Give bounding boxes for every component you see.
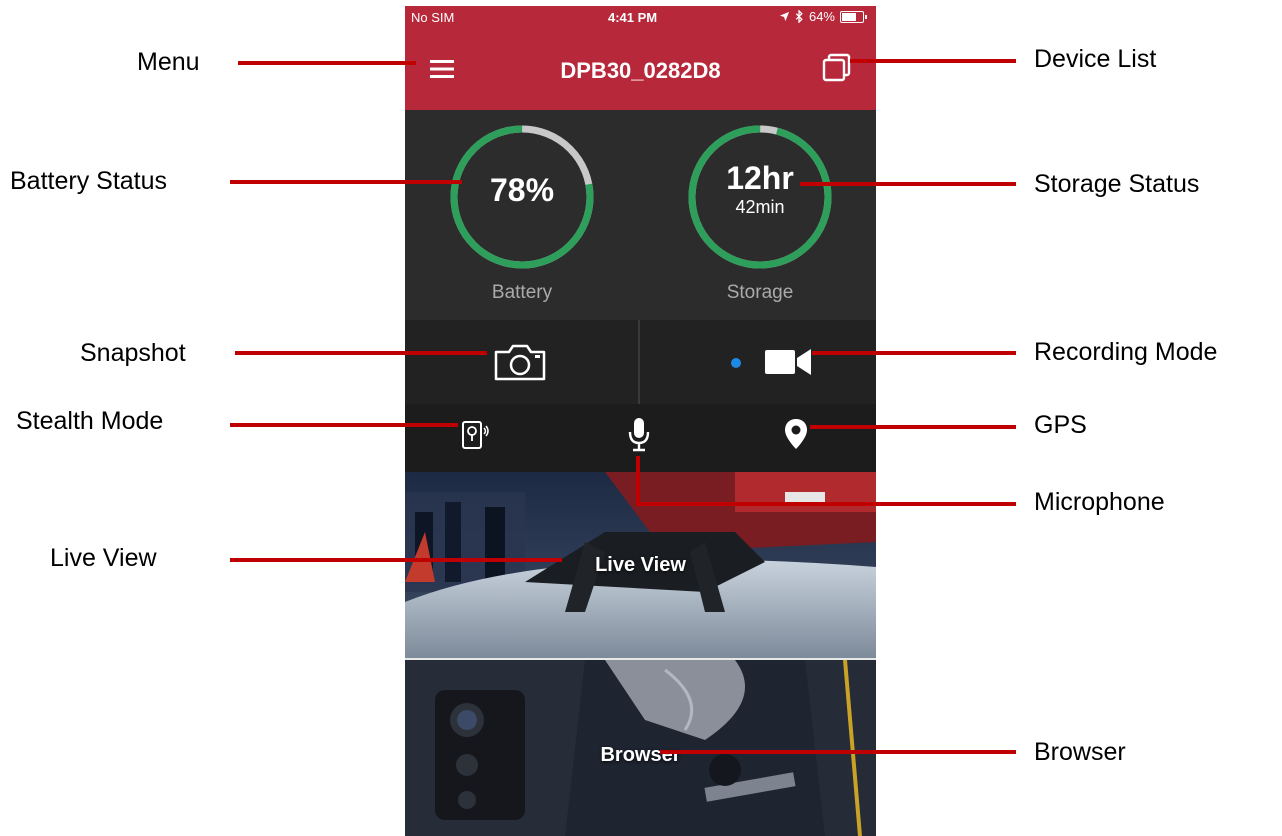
recording-mode-button[interactable] (763, 346, 813, 378)
storage-gauge[interactable]: 12hr 42min (685, 122, 835, 272)
annotation-line-microphone (636, 502, 1016, 506)
storage-minutes-value: 42min (735, 197, 785, 217)
browser-label: Browser (600, 744, 681, 766)
annotation-browser: Browser (1034, 738, 1126, 766)
annotation-microphone: Microphone (1034, 488, 1165, 516)
video-camera-icon (765, 349, 811, 375)
header-bar: DPB30_0282D8 (405, 28, 876, 110)
live-view-tile[interactable]: Live View (405, 472, 876, 658)
control-row (405, 404, 876, 472)
annotation-snapshot: Snapshot (80, 339, 186, 367)
annotation-gps: GPS (1034, 411, 1087, 439)
device-name-title: DPB30_0282D8 (560, 58, 721, 83)
annotation-storage-status: Storage Status (1034, 170, 1200, 198)
status-panel: 78% Battery 12hr 42min Storage (405, 110, 876, 320)
status-bar-right: 64% (779, 9, 867, 24)
annotation-line-battery (230, 180, 462, 184)
status-bar: No SIM 4:41 PM 64% (405, 6, 876, 28)
annotation-vline-microphone (636, 456, 640, 506)
annotation-line-live-view (230, 558, 562, 562)
annotation-line-stealth (230, 423, 458, 427)
browser-tile[interactable]: Browser (405, 660, 876, 836)
annotation-line-storage (800, 182, 1016, 186)
camera-icon (494, 344, 546, 381)
bluetooth-icon (795, 10, 803, 23)
battery-caption: Battery (491, 282, 553, 303)
action-divider (638, 320, 640, 404)
annotation-recording-mode: Recording Mode (1034, 338, 1218, 366)
annotation-line-snapshot (235, 351, 487, 355)
battery-percent: 64% (808, 9, 835, 24)
device-list-button[interactable] (820, 50, 854, 84)
battery-gauge[interactable]: 78% (447, 122, 597, 272)
snapshot-button[interactable] (493, 342, 547, 382)
annotation-battery-status: Battery Status (10, 167, 168, 195)
carrier-label: No SIM (411, 10, 455, 25)
annotation-line-recording (812, 351, 1016, 355)
battery-percent-value: 78% (489, 172, 555, 208)
gps-button[interactable] (784, 418, 808, 450)
annotation-menu: Menu (137, 48, 200, 76)
annotation-device-list: Device List (1034, 45, 1157, 73)
annotation-line-browser (660, 750, 1016, 754)
microphone-icon (628, 418, 650, 452)
microphone-button[interactable] (628, 416, 650, 452)
clock: 4:41 PM (608, 10, 658, 25)
storage-caption: Storage (726, 282, 794, 303)
annotation-line-menu (238, 61, 416, 65)
annotation-line-gps (810, 425, 1016, 429)
annotation-stealth-mode: Stealth Mode (16, 407, 164, 435)
stealth-mode-icon (462, 421, 489, 449)
action-row (405, 320, 876, 404)
map-pin-icon (785, 419, 807, 449)
status-battery-icon (840, 10, 867, 23)
phone-screen: No SIM 4:41 PM 64% DPB30_0282D8 78% Batt… (405, 6, 876, 836)
location-arrow-icon (779, 11, 790, 22)
storage-hours-value: 12hr (726, 160, 794, 196)
annotation-line-device-list (850, 59, 1016, 63)
stealth-mode-button[interactable] (461, 418, 491, 452)
stacked-squares-icon (822, 53, 851, 82)
recording-indicator-dot (731, 358, 741, 368)
annotation-live-view: Live View (50, 544, 157, 572)
